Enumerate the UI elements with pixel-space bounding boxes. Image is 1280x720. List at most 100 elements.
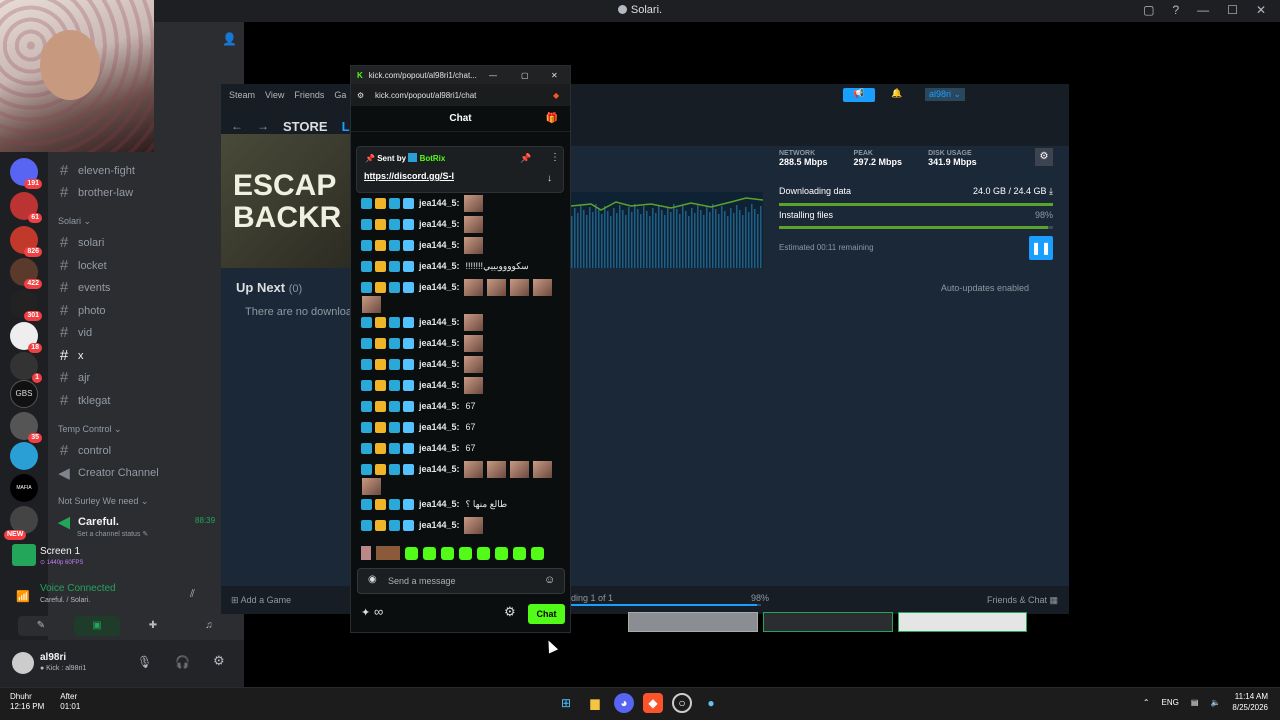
thumbnail-1[interactable] xyxy=(628,612,758,632)
channel-tklegat[interactable]: # tklegat xyxy=(58,392,111,409)
thumbnail-2[interactable] xyxy=(763,612,893,632)
gift-icon[interactable]: 🎁 xyxy=(546,113,558,124)
volume-icon[interactable]: 🔈 xyxy=(1210,698,1220,707)
forward-icon[interactable]: → xyxy=(257,119,269,133)
chat-message[interactable]: jea144_5: xyxy=(361,215,483,233)
chat-username[interactable]: jea144_5: xyxy=(419,401,460,411)
announcements-button[interactable]: 📢 xyxy=(843,88,875,102)
help-icon[interactable]: ? xyxy=(1172,3,1179,17)
emoji-icon[interactable]: ☺ xyxy=(544,574,555,586)
file-explorer-icon[interactable]: ▆ xyxy=(585,693,605,713)
pause-button[interactable]: ❚❚ xyxy=(1029,236,1053,260)
add-friend-icon[interactable]: 👤 xyxy=(222,32,237,46)
emote-5[interactable] xyxy=(441,546,454,560)
chat-username[interactable]: jea144_5: xyxy=(419,282,460,292)
chat-username[interactable]: jea144_5: xyxy=(419,520,460,530)
more-icon[interactable]: ⋮ xyxy=(550,152,560,163)
mic-icon[interactable]: 🎙 xyxy=(137,655,152,669)
chat-message[interactable]: jea144_5: طالع منها ؟ xyxy=(361,495,507,513)
chat-message[interactable]: jea144_5: xyxy=(361,355,483,373)
popout-close[interactable]: ✕ xyxy=(551,71,558,80)
chat-username[interactable]: jea144_5: xyxy=(419,359,460,369)
friends-menu[interactable]: Friends xyxy=(294,90,324,100)
view-menu[interactable]: View xyxy=(265,90,284,100)
server-icon-9[interactable]: 35 xyxy=(10,412,42,443)
prayer-widget[interactable]: Dhuhr 12:16 PM After 01:01 xyxy=(10,692,80,712)
emote-8[interactable] xyxy=(495,546,508,560)
headphones-icon[interactable]: 🎧 xyxy=(175,655,190,669)
category-solari[interactable]: Solari ⌄ xyxy=(58,216,91,227)
steam-user[interactable]: al98ri ⌄ xyxy=(925,88,966,101)
chat-message[interactable]: jea144_5: xyxy=(361,516,483,534)
server-icon-mafia[interactable]: MAFIA xyxy=(10,474,38,502)
emote-1[interactable] xyxy=(361,546,371,560)
video-off-button[interactable]: ✎ xyxy=(18,616,64,636)
friends-chat-button[interactable]: Friends & Chat ▦ xyxy=(987,595,1058,606)
message-input[interactable]: ◉ Send a message ☺ xyxy=(357,568,565,594)
inbox-icon[interactable]: ▢ xyxy=(1143,3,1154,17)
popout-maximize[interactable]: ▢ xyxy=(521,71,529,80)
site-info-icon[interactable]: ⚙ xyxy=(357,91,364,100)
channel-locket[interactable]: # locket xyxy=(58,257,107,274)
server-icon-10[interactable] xyxy=(10,442,38,470)
game-banner[interactable]: ESCAP BACKR xyxy=(221,134,356,268)
chat-username[interactable]: jea144_5: xyxy=(419,443,460,453)
channel-vid[interactable]: # vid xyxy=(58,324,92,341)
close-button[interactable]: ✕ xyxy=(1256,3,1266,17)
server-icon-3[interactable]: 826 xyxy=(10,226,42,257)
chat-message[interactable]: jea144_5: xyxy=(361,334,483,352)
footer-progress-text[interactable]: ding 1 of 1 xyxy=(571,593,613,603)
channel-ajr[interactable]: # ajr xyxy=(58,369,90,386)
server-icon-7[interactable]: 1 xyxy=(10,352,42,383)
games-menu[interactable]: Ga xyxy=(334,90,346,100)
avatar[interactable] xyxy=(12,652,34,674)
collapse-icon[interactable]: ↓ xyxy=(547,173,552,184)
voice-channel-careful[interactable]: ◀ Careful. xyxy=(58,513,119,531)
thumbnail-3[interactable] xyxy=(898,612,1027,632)
tray-chevron-icon[interactable]: ⌃ xyxy=(1143,698,1150,707)
windows-start-icon[interactable]: ⊞ xyxy=(556,693,576,713)
channel-eleven-fight[interactable]: # eleven-fight xyxy=(58,162,135,179)
emote-7[interactable] xyxy=(477,546,490,560)
emote-2[interactable] xyxy=(376,546,400,560)
stream-preview[interactable] xyxy=(12,544,36,566)
chat-username[interactable]: jea144_5: xyxy=(419,338,460,348)
chat-message[interactable]: jea144_5: xyxy=(361,236,483,254)
channel-brother-law[interactable]: # brother-law xyxy=(58,184,133,201)
channel-solari[interactable]: # solari xyxy=(58,234,104,251)
infinity-icon[interactable]: ∞ xyxy=(374,604,383,619)
channel-x[interactable]: # x xyxy=(58,347,84,364)
chat-message[interactable]: jea144_5: xyxy=(361,460,552,478)
chat-message[interactable]: jea144_5: 67 xyxy=(361,397,476,415)
chat-username[interactable]: jea144_5: xyxy=(419,380,460,390)
channel-control[interactable]: # control xyxy=(58,442,111,459)
chat-message[interactable]: jea144_5: 67 xyxy=(361,439,476,457)
notifications-icon[interactable]: 🔔 xyxy=(891,88,902,99)
channel-photo[interactable]: # photo xyxy=(58,302,106,319)
activity-button[interactable]: ✚ xyxy=(130,616,176,636)
channel-status[interactable]: Set a channel status ✎ xyxy=(77,530,148,538)
chat-username[interactable]: jea144_5: xyxy=(419,261,460,271)
unpin-icon[interactable]: 📌 xyxy=(520,153,531,164)
chrome-icon[interactable]: ○ xyxy=(672,693,692,713)
chat-mode-icon[interactable]: ◉ xyxy=(368,574,377,585)
server-icon-new[interactable]: NEW xyxy=(4,506,38,540)
chat-username[interactable]: jea144_5: xyxy=(419,422,460,432)
language-indicator[interactable]: ENG xyxy=(1162,698,1179,707)
chat-username[interactable]: jea144_5: xyxy=(419,219,460,229)
chat-message[interactable]: jea144_5: xyxy=(361,313,483,331)
noise-icon[interactable]: ⫽ xyxy=(190,588,195,601)
server-icon-2[interactable]: 61 xyxy=(10,192,42,223)
chat-username[interactable]: jea144_5: xyxy=(419,198,460,208)
add-game-button[interactable]: ⊞ Add a Game xyxy=(231,595,291,606)
chat-username[interactable]: jea144_5: xyxy=(419,499,460,509)
chat-settings-icon[interactable]: ⚙ xyxy=(504,604,516,620)
settings-button[interactable]: ⚙ xyxy=(1035,148,1053,166)
category-not-surley[interactable]: Not Surley We need ⌄ xyxy=(58,496,148,507)
pinned-link[interactable]: https://discord.gg/S-I xyxy=(364,171,454,181)
emote-6[interactable] xyxy=(459,546,472,560)
points-icon[interactable]: ✦ xyxy=(361,606,370,619)
popout-minimize[interactable]: — xyxy=(489,71,497,80)
chat-message[interactable]: jea144_5: xyxy=(361,194,483,212)
pinned-message[interactable]: 📌 Sent by BotRix https://discord.gg/S-I … xyxy=(356,146,564,193)
